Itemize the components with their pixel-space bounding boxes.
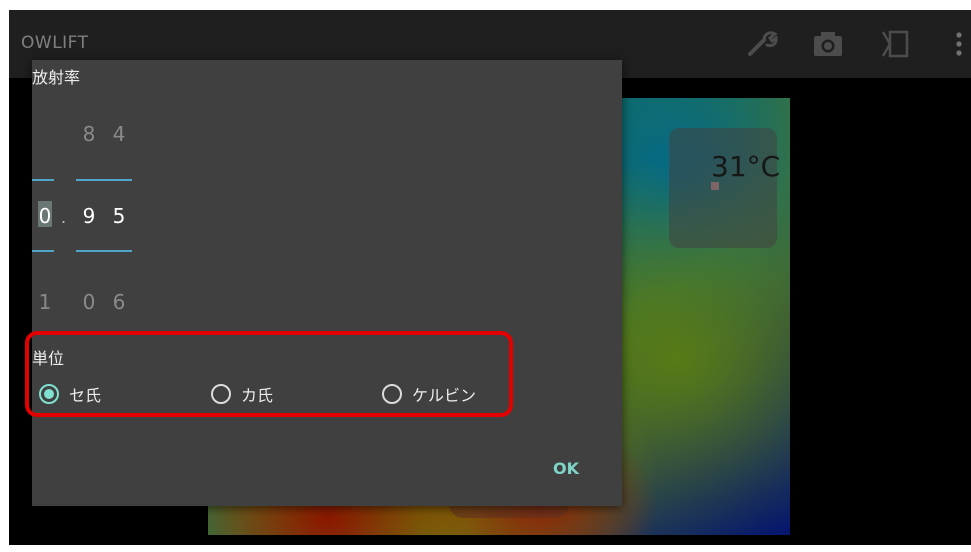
integer-picker[interactable]: 0 1 bbox=[32, 60, 56, 360]
hundredths-next[interactable]: 6 bbox=[104, 290, 134, 314]
tenths-next[interactable]: 0 bbox=[74, 290, 104, 314]
ok-button[interactable]: OK bbox=[547, 455, 585, 482]
picker-divider-bottom bbox=[104, 250, 132, 252]
decimal-point: . bbox=[61, 208, 67, 227]
hundredths-current[interactable]: 5 bbox=[104, 204, 134, 228]
emissivity-dialog: 放射率 0 1 . 8 9 0 4 5 6 単位 セ氏 カ氏 ケルビン OK bbox=[32, 60, 622, 506]
picker-divider-top bbox=[76, 179, 104, 181]
tenths-prev[interactable]: 8 bbox=[74, 122, 104, 146]
integer-current[interactable]: 0 bbox=[30, 204, 60, 228]
annotation-highlight-box bbox=[25, 331, 513, 417]
tenths-current[interactable]: 9 bbox=[74, 204, 104, 228]
picker-divider-top bbox=[32, 179, 54, 181]
picker-divider-top bbox=[104, 179, 132, 181]
integer-next[interactable]: 1 bbox=[30, 290, 60, 314]
tenths-picker[interactable]: 8 9 0 bbox=[74, 60, 104, 360]
hundredths-picker[interactable]: 4 5 6 bbox=[104, 60, 134, 360]
picker-divider-bottom bbox=[76, 250, 104, 252]
picker-divider-bottom bbox=[32, 250, 54, 252]
hundredths-prev[interactable]: 4 bbox=[104, 122, 134, 146]
device-screen: 31°C OWLIFT 放射率 0 1 . 8 9 0 4 5 6 単位 セ氏 … bbox=[9, 10, 971, 545]
